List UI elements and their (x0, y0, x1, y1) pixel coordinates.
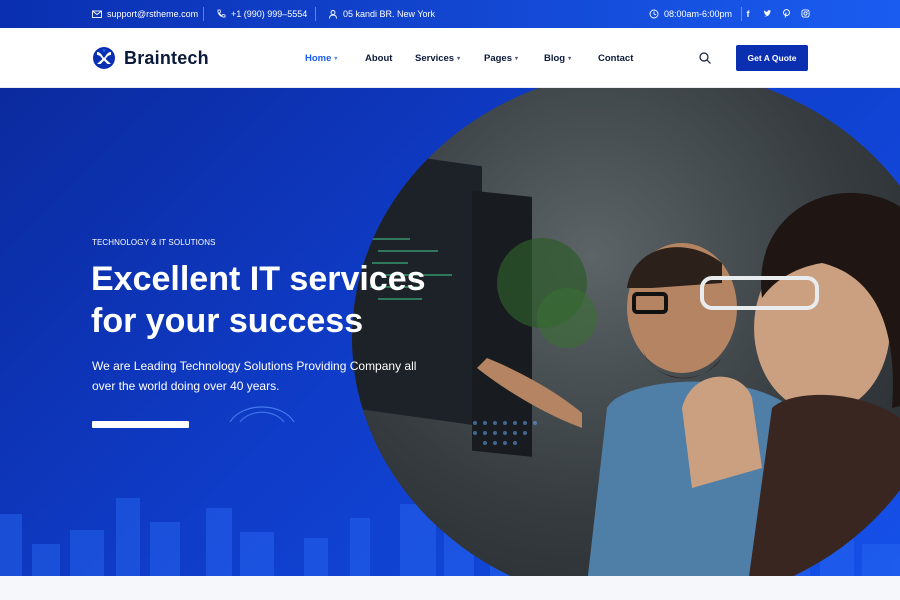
divider (741, 7, 742, 21)
hero-description: We are Leading Technology Solutions Prov… (92, 359, 417, 393)
email-text: support@rstheme.com (107, 9, 199, 19)
address-contact: 05 kandi BR. New York (328, 0, 435, 28)
clock-icon (649, 9, 659, 19)
twitter-icon[interactable] (762, 9, 772, 20)
brand-name: Braintech (124, 47, 209, 68)
hero-title: Excellent IT services for your success (91, 258, 511, 342)
top-bar: support@rstheme.com +1 (990) 999–5554 05… (0, 0, 900, 28)
brand-logo[interactable]: Braintech (92, 44, 209, 72)
nav-about[interactable]: About (365, 53, 392, 64)
nav-contact[interactable]: Contact (598, 53, 633, 64)
location-icon (329, 10, 337, 19)
facebook-icon[interactable]: f (743, 9, 753, 19)
nav-services[interactable]: Services ▾ (415, 53, 460, 64)
social-links: f (743, 0, 810, 28)
email-contact[interactable]: support@rstheme.com (92, 0, 198, 28)
search-icon[interactable] (698, 51, 712, 65)
nav-home[interactable]: Home ▾ (305, 53, 337, 64)
next-section-strip (0, 576, 900, 600)
get-a-quote-button[interactable]: Get A Quote (736, 45, 808, 71)
divider (315, 7, 316, 21)
chevron-down-icon: ▾ (568, 55, 572, 62)
arc-decoration (229, 406, 295, 423)
hero-title-line-1: Excellent IT services (91, 260, 426, 298)
dot-pattern-decoration (473, 421, 537, 445)
nav-blog-label: Blog (544, 52, 566, 64)
pinterest-icon[interactable] (781, 8, 791, 20)
chevron-down-icon: ▾ (457, 55, 461, 62)
hours-info: 08:00am-6:00pm (649, 0, 732, 28)
nav-pages-label: Pages (484, 52, 512, 64)
phone-text: +1 (990) 999–5554 (231, 9, 308, 19)
nav-services-label: Services (415, 52, 455, 64)
instagram-icon[interactable] (800, 8, 810, 20)
mail-icon (92, 10, 102, 18)
hero-eyebrow: TECHNOLOGY & IT SOLUTIONS (92, 238, 216, 247)
nav-about-label: About (365, 52, 393, 64)
nav-home-label: Home (305, 52, 332, 64)
hero-cta-button[interactable] (92, 421, 189, 428)
main-navbar: Braintech Home ▾ About Services ▾ Pages … (0, 28, 900, 88)
phone-icon (217, 9, 226, 18)
chevron-down-icon: ▾ (515, 55, 519, 62)
nav-contact-label: Contact (598, 52, 634, 64)
chevron-down-icon: ▾ (334, 55, 338, 62)
phone-contact[interactable]: +1 (990) 999–5554 (216, 0, 307, 28)
braintech-logo-icon (93, 47, 115, 69)
address-text: 05 kandi BR. New York (343, 9, 436, 19)
nav-blog[interactable]: Blog ▾ (544, 53, 571, 64)
hours-text: 08:00am-6:00pm (664, 9, 733, 19)
nav-pages[interactable]: Pages ▾ (484, 53, 518, 64)
hero-section: TECHNOLOGY & IT SOLUTIONS Excellent IT s… (0, 88, 900, 576)
divider (203, 7, 204, 21)
hero-title-line-2: for your success (91, 302, 364, 340)
